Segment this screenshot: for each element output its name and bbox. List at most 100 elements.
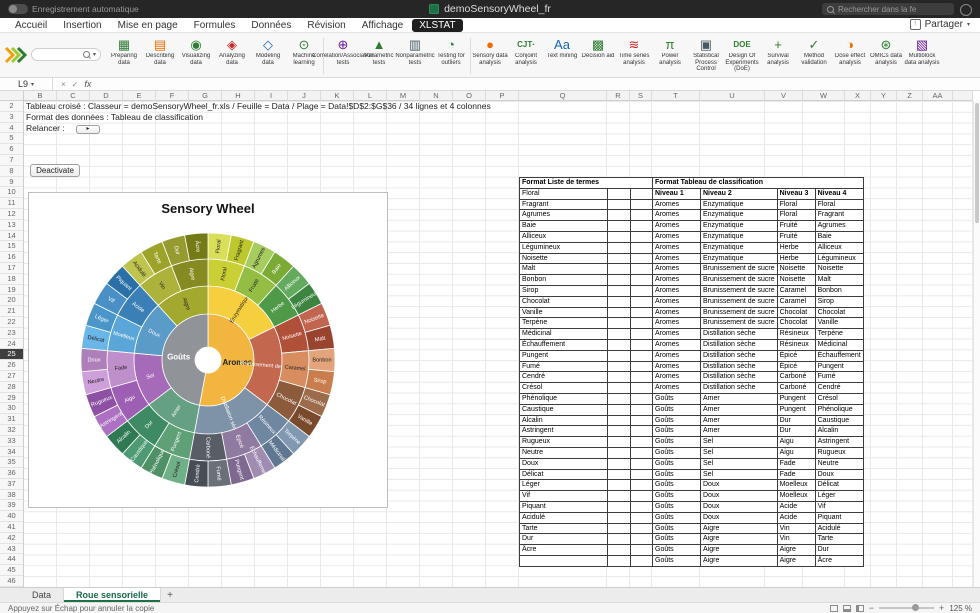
column-header-w[interactable]: W <box>803 91 845 101</box>
class-cell[interactable]: Amer <box>701 404 778 415</box>
row-header-11[interactable]: 11 <box>0 198 23 209</box>
class-cell[interactable]: Enzymatique <box>701 199 778 210</box>
class-cell[interactable]: Aromes <box>653 318 701 329</box>
class-cell[interactable]: Doux <box>701 512 778 523</box>
row-header-9[interactable]: 9 <box>0 177 23 188</box>
term-cell[interactable]: Crésol <box>520 383 608 394</box>
empty-cell[interactable] <box>631 231 653 242</box>
row-header-30[interactable]: 30 <box>0 403 23 414</box>
class-cell[interactable]: Sel <box>701 437 778 448</box>
class-cell[interactable]: Goûts <box>653 501 701 512</box>
term-cell[interactable]: Vif <box>520 491 608 502</box>
autosave-switch-icon[interactable] <box>8 4 28 14</box>
empty-cell[interactable] <box>631 199 653 210</box>
row-header-13[interactable]: 13 <box>0 220 23 231</box>
class-cell[interactable]: Épicé <box>777 350 815 361</box>
empty-cell[interactable] <box>631 318 653 329</box>
term-cell[interactable]: Dur <box>520 534 608 545</box>
empty-cell[interactable] <box>608 318 631 329</box>
class-cell[interactable]: Aromes <box>653 275 701 286</box>
zoom-in-button[interactable]: + <box>939 604 944 613</box>
row-header-7[interactable]: 7 <box>0 155 23 166</box>
empty-cell[interactable] <box>608 426 631 437</box>
row-header-18[interactable]: 18 <box>0 274 23 285</box>
empty-cell[interactable] <box>631 253 653 264</box>
class-cell[interactable]: Aromes <box>653 264 701 275</box>
sheet-grid[interactable]: Tableau croisé : Classeur = demoSensoryW… <box>24 101 973 587</box>
empty-cell[interactable] <box>608 415 631 426</box>
empty-cell[interactable] <box>608 491 631 502</box>
class-cell[interactable]: Aromes <box>653 361 701 372</box>
class-cell[interactable]: Aigre <box>701 523 778 534</box>
row-header-43[interactable]: 43 <box>0 544 23 555</box>
empty-cell[interactable] <box>631 339 653 350</box>
ribbon-item-time-series-analysis[interactable]: ≋Time series analysis <box>616 35 652 66</box>
row-header-27[interactable]: 27 <box>0 371 23 382</box>
empty-cell[interactable] <box>631 275 653 286</box>
empty-cell[interactable] <box>608 221 631 232</box>
row-header-23[interactable]: 23 <box>0 328 23 339</box>
class-cell[interactable]: Goûts <box>653 491 701 502</box>
class-cell[interactable]: Aigre <box>701 545 778 556</box>
class-cell[interactable]: Goûts <box>653 512 701 523</box>
row-header-24[interactable]: 24 <box>0 339 23 350</box>
class-cell[interactable]: Distillation sèche <box>701 329 778 340</box>
class-cell[interactable]: Alliceux <box>815 242 863 253</box>
account-icon[interactable] <box>960 4 972 16</box>
sensory-wheel-chart[interactable]: Sensory Wheel AromesEnzymatiqueFloralFlo… <box>28 192 388 508</box>
class-cell[interactable]: Fumé <box>815 372 863 383</box>
column-header-n[interactable]: N <box>420 91 453 101</box>
column-header[interactable] <box>953 91 973 101</box>
class-cell[interactable]: Légumineux <box>815 253 863 264</box>
share-button[interactable]: ↑ Partager ▾ <box>910 19 970 30</box>
fx-icon[interactable]: fx <box>84 79 91 89</box>
class-cell[interactable]: Goûts <box>653 545 701 556</box>
term-cell[interactable]: Agrumes <box>520 210 608 221</box>
term-cell[interactable] <box>520 555 608 566</box>
row-header-5[interactable]: 5 <box>0 133 23 144</box>
term-cell[interactable]: Cendré <box>520 372 608 383</box>
ribbon-item-modeling-data[interactable]: ◇Modeling data <box>250 35 286 66</box>
class-cell[interactable]: Brunissement de sucre <box>701 264 778 275</box>
class-cell[interactable]: Vin <box>777 534 815 545</box>
empty-cell[interactable] <box>608 188 631 199</box>
empty-cell[interactable] <box>608 383 631 394</box>
class-cell[interactable]: Dur <box>777 415 815 426</box>
empty-cell[interactable] <box>608 480 631 491</box>
menu-tab-xlstat[interactable]: XLSTAT <box>412 19 462 32</box>
row-header-44[interactable]: 44 <box>0 554 23 565</box>
term-cell[interactable]: Âcre <box>520 545 608 556</box>
row-header-22[interactable]: 22 <box>0 317 23 328</box>
column-header-e[interactable]: E <box>123 91 156 101</box>
scrollbar-thumb[interactable] <box>975 103 979 223</box>
relaunch-button[interactable]: ▸ <box>76 125 100 134</box>
column-header-y[interactable]: Y <box>871 91 897 101</box>
empty-cell[interactable] <box>608 339 631 350</box>
class-cell[interactable]: Sel <box>701 447 778 458</box>
class-cell[interactable]: Floral <box>777 210 815 221</box>
class-cell[interactable]: Aromes <box>653 329 701 340</box>
empty-cell[interactable] <box>631 361 653 372</box>
column-header-g[interactable]: G <box>189 91 222 101</box>
row-header-3[interactable]: 3 <box>0 112 23 123</box>
empty-cell[interactable] <box>631 383 653 394</box>
column-header-s[interactable]: S <box>630 91 652 101</box>
class-cell[interactable]: Amer <box>701 426 778 437</box>
class-cell[interactable]: Goûts <box>653 393 701 404</box>
class-cell[interactable]: Sel <box>701 458 778 469</box>
class-cell[interactable]: Aromes <box>653 221 701 232</box>
class-cell[interactable]: Distillation sèche <box>701 372 778 383</box>
select-all-corner[interactable] <box>0 91 24 101</box>
term-cell[interactable]: Neutre <box>520 447 608 458</box>
empty-cell[interactable] <box>608 264 631 275</box>
ribbon-search-input[interactable]: ▾ <box>31 48 101 61</box>
term-cell[interactable]: Astringent <box>520 426 608 437</box>
class-cell[interactable]: Résineux <box>777 339 815 350</box>
column-header-t[interactable]: T <box>652 91 700 101</box>
empty-cell[interactable] <box>631 458 653 469</box>
column-header-i[interactable]: I <box>255 91 288 101</box>
row-header-14[interactable]: 14 <box>0 231 23 242</box>
row-header-12[interactable]: 12 <box>0 209 23 220</box>
term-cell[interactable]: Chocolat <box>520 296 608 307</box>
empty-cell[interactable] <box>631 307 653 318</box>
